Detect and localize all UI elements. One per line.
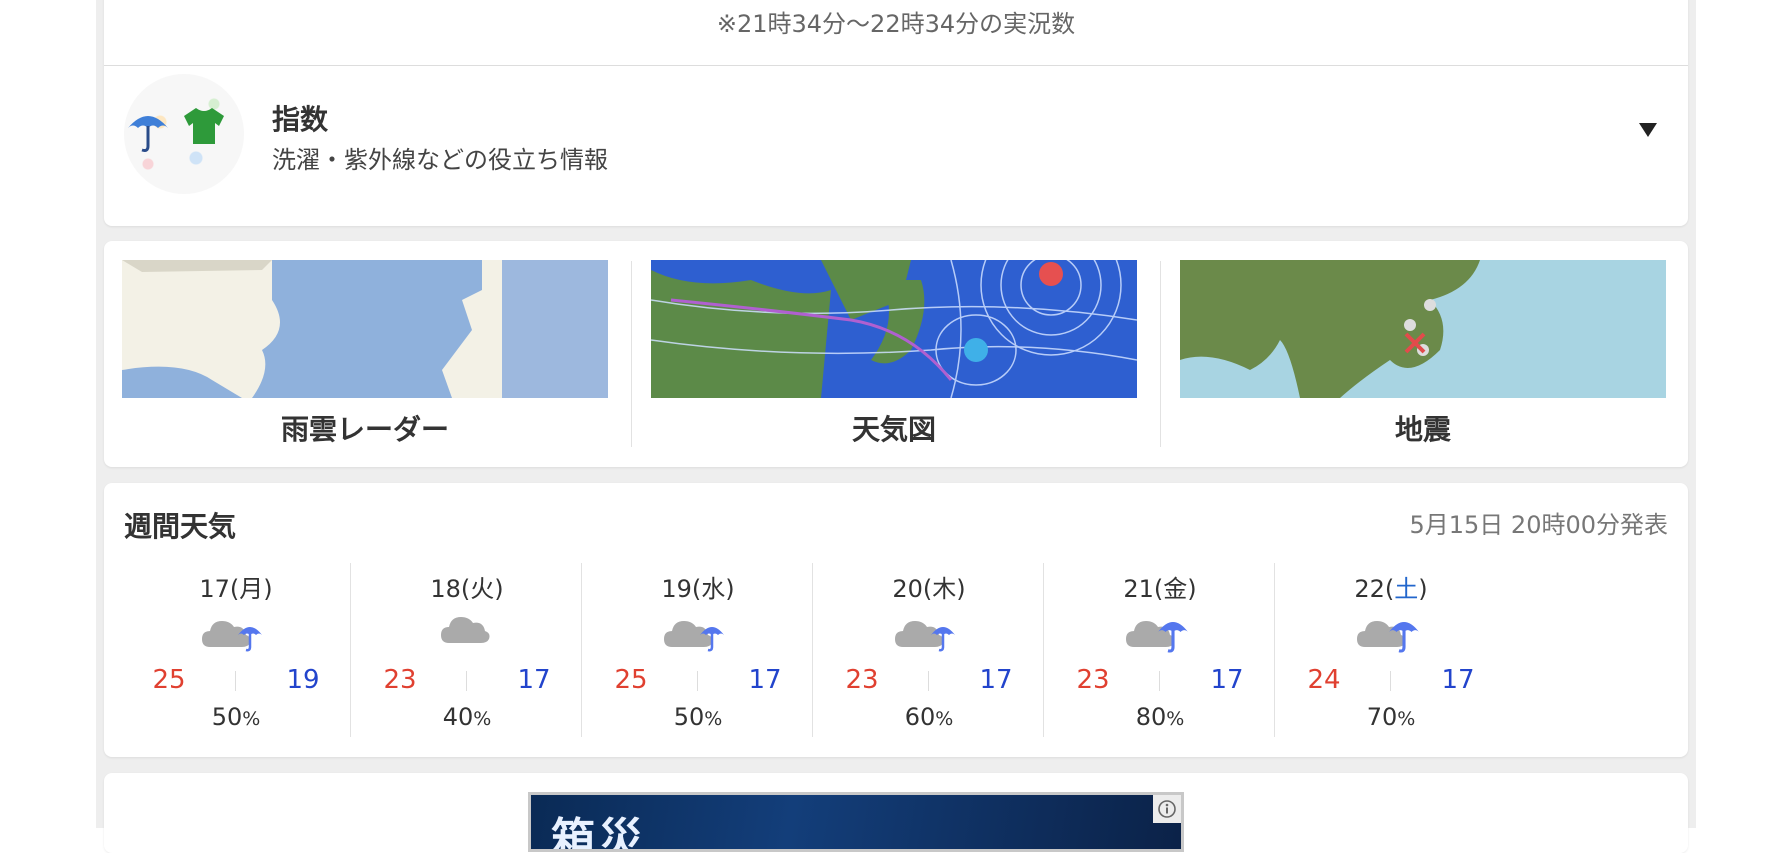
forecast-date: 21(金) bbox=[1123, 575, 1197, 603]
date-number: 18 bbox=[430, 575, 461, 603]
weekday: 土 bbox=[1394, 575, 1419, 603]
weekday: 水 bbox=[701, 575, 726, 603]
low-temperature: 17 bbox=[1210, 665, 1244, 695]
date-number: 21 bbox=[1123, 575, 1154, 603]
forecast-day: 20(木) 23 17 60% bbox=[797, 563, 1061, 737]
high-temperature: 24 bbox=[1307, 665, 1341, 695]
divider bbox=[1159, 671, 1160, 691]
ad-card: 箱災 bbox=[104, 773, 1688, 853]
map-label-radar: 雨雲レーダー bbox=[280, 413, 449, 446]
date-number: 17 bbox=[199, 575, 230, 603]
low-temperature: 17 bbox=[517, 665, 551, 695]
observation-card: ※21時34分〜22時34分の実況数 指数 洗濯・紫外線などの役立ち情報 bbox=[104, 0, 1688, 226]
precipitation-probability: 50% bbox=[566, 703, 830, 731]
high-temperature: 23 bbox=[1076, 665, 1110, 695]
precipitation-probability: 80% bbox=[1028, 703, 1292, 731]
date-number: 20 bbox=[892, 575, 923, 603]
divider bbox=[1390, 671, 1391, 691]
weekly-title: 週間天気 bbox=[124, 510, 237, 543]
date-number: 19 bbox=[661, 575, 692, 603]
cloud-rain-icon bbox=[893, 609, 965, 657]
weather-chart-thumbnail bbox=[651, 260, 1137, 398]
pop-value: 60 bbox=[904, 703, 936, 731]
observation-note: ※21時34分〜22時34分の実況数 bbox=[716, 10, 1076, 38]
weekday: 月 bbox=[239, 575, 264, 603]
cloud-heavy-rain-icon bbox=[1124, 609, 1196, 657]
pop-unit: % bbox=[935, 708, 954, 730]
earthquake-map-thumbnail bbox=[1180, 260, 1666, 398]
pop-unit: % bbox=[473, 708, 492, 730]
pop-unit: % bbox=[704, 708, 723, 730]
cloud-heavy-rain-icon bbox=[1355, 609, 1427, 657]
content-column: ※21時34分〜22時34分の実況数 指数 洗濯・紫外線などの役立ち情報 雨雲レ… bbox=[96, 0, 1696, 853]
pop-unit: % bbox=[242, 708, 261, 730]
forecast-date: 17(月) bbox=[199, 575, 273, 603]
index-title: 指数 bbox=[272, 103, 329, 136]
forecast-day: 21(金) 23 17 80% bbox=[1028, 563, 1292, 737]
pop-unit: % bbox=[1166, 708, 1185, 730]
forecast-day: 18(火) 23 17 40% bbox=[335, 563, 599, 737]
divider bbox=[466, 671, 467, 691]
pop-value: 40 bbox=[442, 703, 474, 731]
forecast-date: 19(水) bbox=[661, 575, 735, 603]
index-subtitle: 洗濯・紫外線などの役立ち情報 bbox=[272, 146, 608, 174]
cloud-rain-icon bbox=[200, 609, 272, 657]
forecast-day: 19(水) 25 17 50% bbox=[566, 563, 830, 737]
weekday: 木 bbox=[932, 575, 957, 603]
low-temperature: 19 bbox=[286, 665, 320, 695]
divider bbox=[697, 671, 698, 691]
pop-value: 50 bbox=[673, 703, 705, 731]
index-image bbox=[124, 74, 244, 194]
forecast-date: 18(火) bbox=[430, 575, 504, 603]
weekday: 火 bbox=[470, 575, 495, 603]
index-row[interactable]: 指数 洗濯・紫外線などの役立ち情報 bbox=[104, 66, 1688, 226]
high-temperature: 25 bbox=[614, 665, 648, 695]
pop-value: 50 bbox=[211, 703, 243, 731]
high-temperature: 23 bbox=[383, 665, 417, 695]
shirt-icon bbox=[184, 108, 224, 144]
triangle-down-icon[interactable] bbox=[1636, 118, 1660, 142]
map-link-radar[interactable]: 雨雲レーダー bbox=[122, 260, 608, 450]
weekly-forecast-card: 週間天気 5月15日 20時00分発表 17(月) 25 19 50% 18(火) 23 1… bbox=[104, 483, 1688, 757]
maps-card: 雨雲レーダー 天気図 地震 bbox=[104, 241, 1688, 467]
map-label-earthquake: 地震 bbox=[1394, 413, 1451, 446]
weekly-issued-time: 5月15日 20時00分発表 bbox=[1409, 511, 1668, 539]
divider bbox=[1160, 261, 1161, 447]
high-temperature: 23 bbox=[845, 665, 879, 695]
divider bbox=[928, 671, 929, 691]
low-temperature: 17 bbox=[1441, 665, 1475, 695]
umbrella-icon bbox=[128, 116, 168, 152]
ad-banner[interactable]: 箱災 bbox=[528, 792, 1184, 852]
pop-value: 80 bbox=[1135, 703, 1167, 731]
precipitation-probability: 60% bbox=[797, 703, 1061, 731]
cloud-rain-icon bbox=[662, 609, 734, 657]
high-temperature: 25 bbox=[152, 665, 186, 695]
precipitation-probability: 40% bbox=[335, 703, 599, 731]
map-link-earthquake[interactable]: 地震 bbox=[1180, 260, 1666, 450]
weekday: 金 bbox=[1163, 575, 1188, 603]
precipitation-probability: 70% bbox=[1259, 703, 1523, 731]
map-label-weather-chart: 天気図 bbox=[851, 413, 936, 446]
low-temperature: 17 bbox=[979, 665, 1013, 695]
pop-unit: % bbox=[1397, 708, 1416, 730]
forecast-day: 22(土) 24 17 70% bbox=[1259, 563, 1523, 737]
rain-radar-map-thumbnail bbox=[122, 260, 608, 398]
forecast-date: 20(木) bbox=[892, 575, 966, 603]
forecast-date: 22(土) bbox=[1354, 575, 1428, 603]
ad-info-icon[interactable] bbox=[1153, 795, 1181, 823]
low-temperature: 17 bbox=[748, 665, 782, 695]
precipitation-probability: 50% bbox=[104, 703, 368, 731]
forecast-day: 17(月) 25 19 50% bbox=[104, 563, 368, 737]
date-number: 22 bbox=[1354, 575, 1385, 603]
cloud-icon bbox=[439, 609, 495, 653]
pop-value: 70 bbox=[1366, 703, 1398, 731]
map-link-weather-chart[interactable]: 天気図 bbox=[651, 260, 1137, 450]
divider bbox=[235, 671, 236, 691]
divider bbox=[631, 261, 632, 447]
